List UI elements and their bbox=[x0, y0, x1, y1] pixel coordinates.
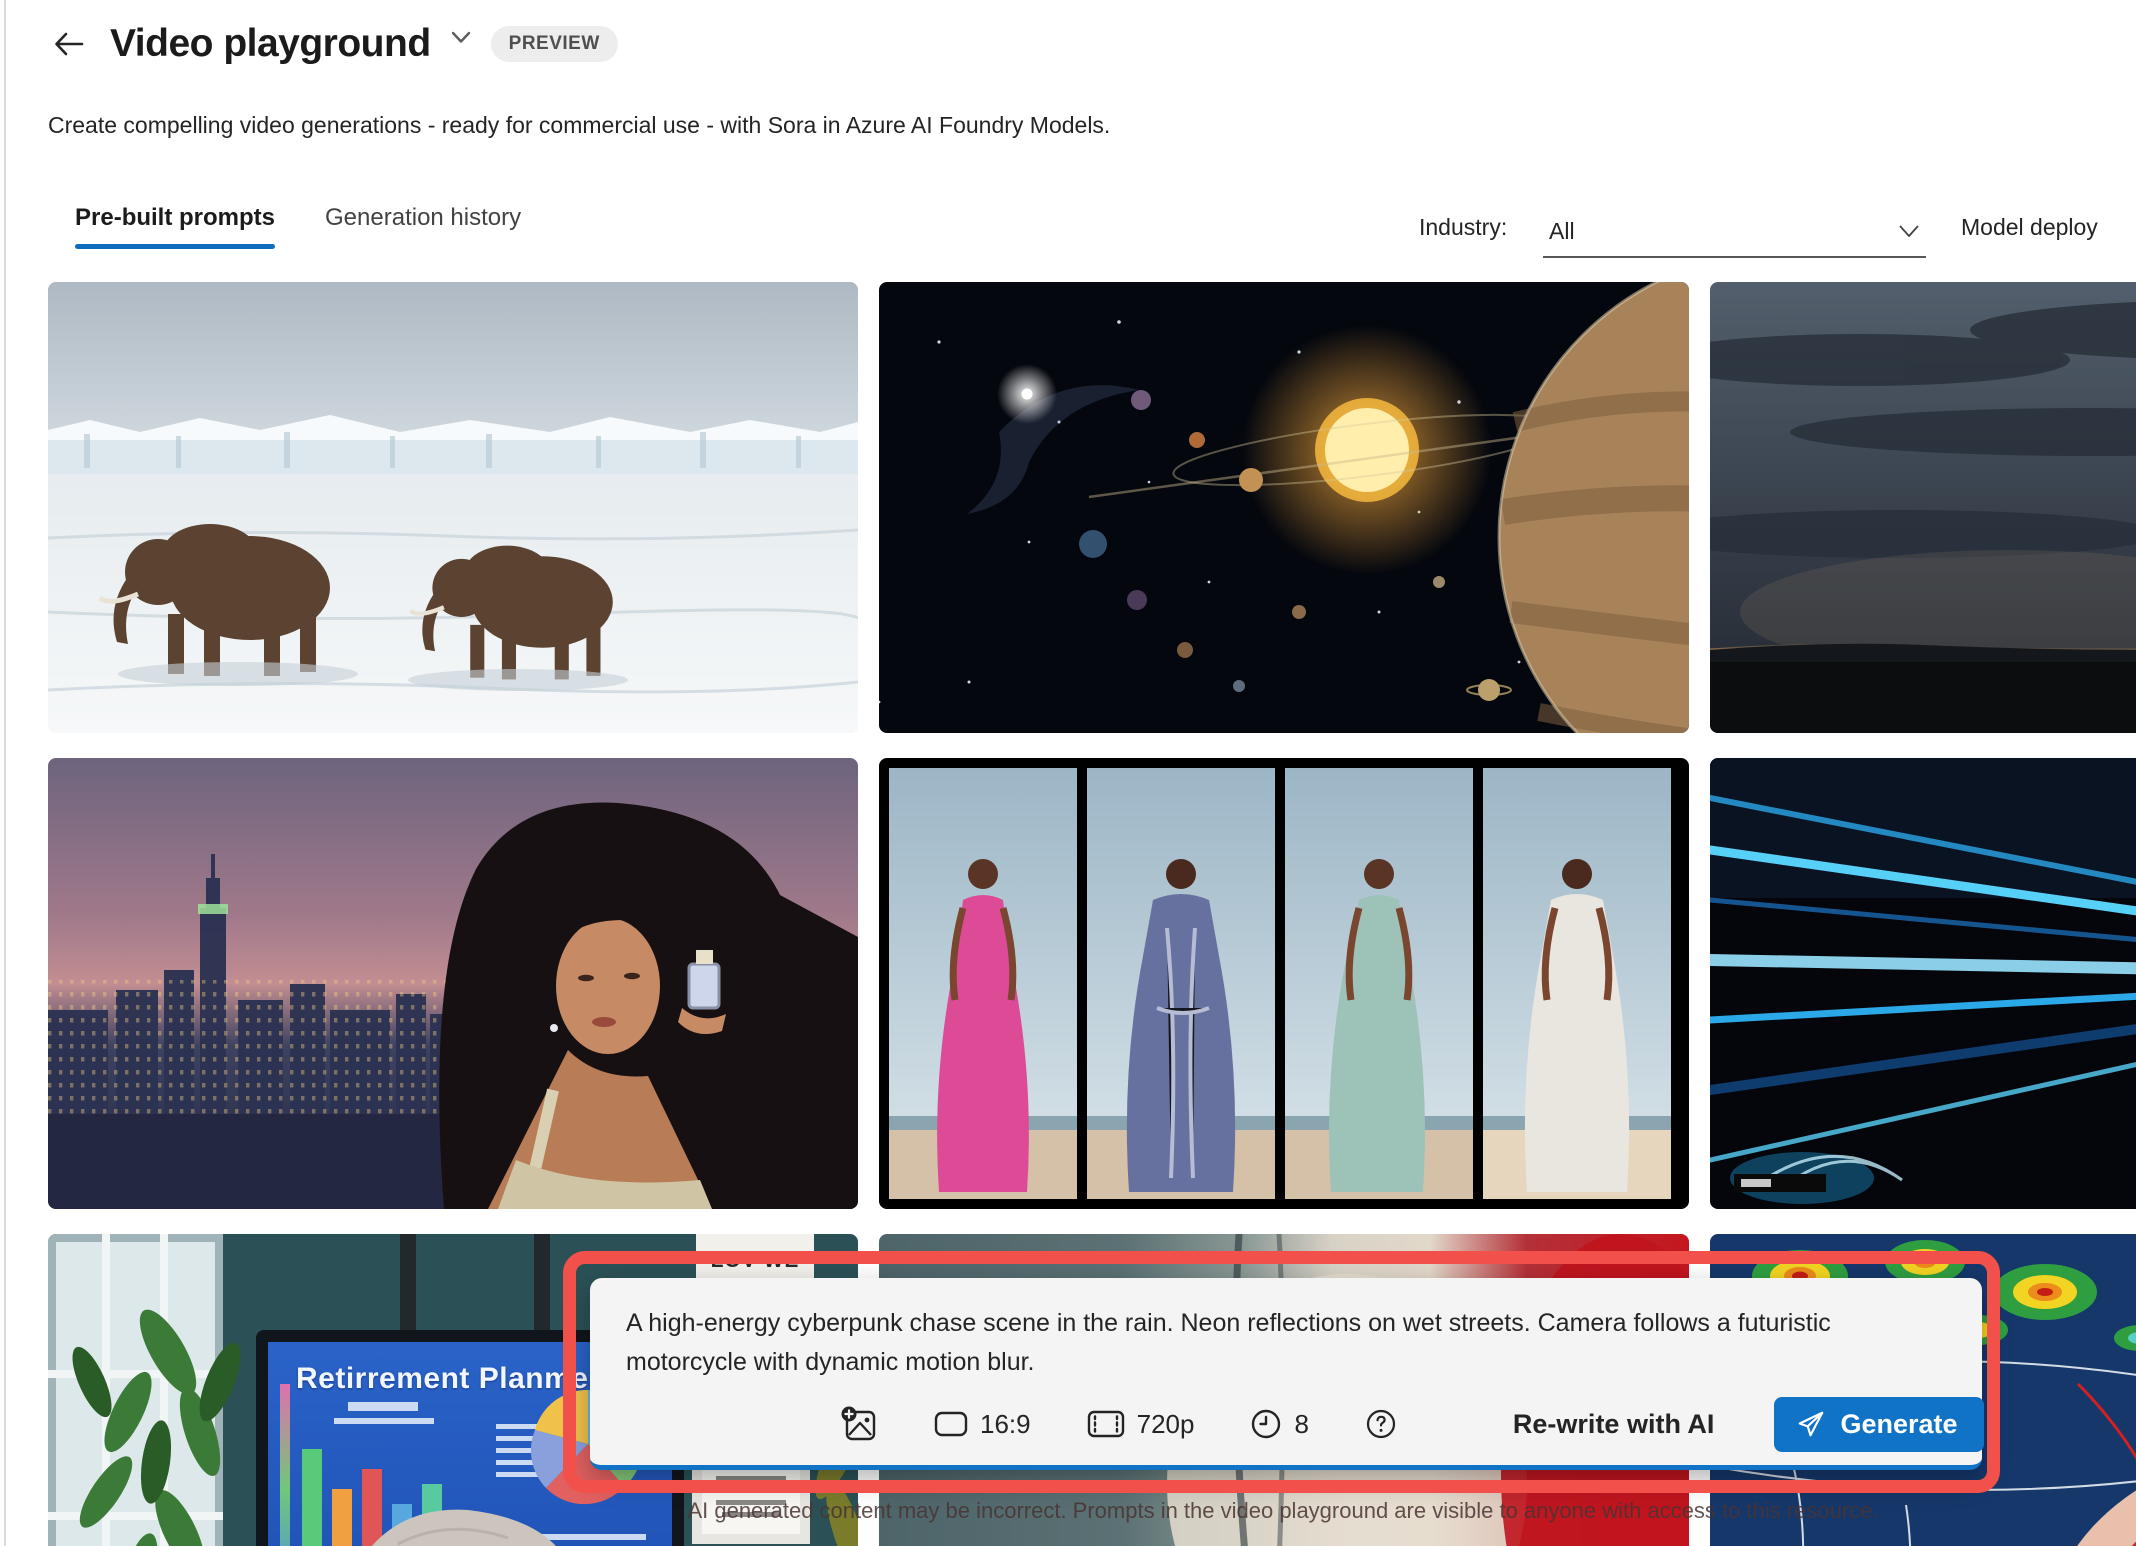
page-header: Video playground PREVIEW bbox=[48, 22, 618, 66]
clock-icon bbox=[1250, 1408, 1282, 1440]
duration-control[interactable]: 8 bbox=[1250, 1408, 1308, 1440]
rewrite-with-ai-button[interactable]: Re-write with AI bbox=[1509, 1403, 1719, 1446]
film-frame-icon bbox=[1087, 1410, 1125, 1438]
preview-badge: PREVIEW bbox=[491, 26, 618, 62]
resolution-value: 720p bbox=[1137, 1409, 1195, 1440]
video-playground-page: Video playground PREVIEW Create compelli… bbox=[0, 0, 2136, 1546]
prompt-input[interactable]: A high-energy cyberpunk chase scene in t… bbox=[590, 1278, 1982, 1382]
prompt-controls: 16:9 720p 8 bbox=[840, 1391, 1960, 1457]
thumbnail-racing-car[interactable] bbox=[1710, 758, 2136, 1209]
thumbnail-solar-system[interactable] bbox=[879, 282, 1689, 733]
footer-disclaimer: AI generated content may be incorrect. P… bbox=[48, 1498, 2136, 1524]
question-circle-icon bbox=[1365, 1408, 1397, 1440]
prompt-bar: A high-energy cyberpunk chase scene in t… bbox=[590, 1278, 1982, 1470]
thumbnail-perfume[interactable] bbox=[48, 758, 858, 1209]
title-chevron-icon[interactable] bbox=[451, 31, 471, 49]
office-screen-title: Retirrement Planment bbox=[296, 1362, 618, 1396]
help-button[interactable] bbox=[1365, 1408, 1397, 1440]
arrow-left-icon bbox=[51, 26, 87, 62]
resolution-control[interactable]: 720p bbox=[1087, 1409, 1195, 1440]
add-image-button[interactable] bbox=[840, 1405, 878, 1443]
back-button[interactable] bbox=[48, 23, 90, 65]
model-deployment-label: Model deploy bbox=[1961, 214, 2098, 241]
image-add-icon bbox=[840, 1405, 878, 1443]
thumbnail-samurai[interactable] bbox=[1710, 282, 2136, 733]
generate-label: Generate bbox=[1840, 1409, 1957, 1440]
thumbnail-fashion-models[interactable] bbox=[879, 758, 1689, 1209]
filter-row: Industry: All Model deploy bbox=[0, 206, 2136, 266]
industry-label: Industry: bbox=[1419, 214, 1507, 241]
duration-value: 8 bbox=[1294, 1409, 1308, 1440]
chevron-down-icon bbox=[1898, 224, 1920, 238]
industry-value: All bbox=[1549, 218, 1575, 245]
page-title: Video playground bbox=[110, 22, 431, 66]
send-icon bbox=[1796, 1409, 1826, 1439]
aspect-ratio-control[interactable]: 16:9 bbox=[934, 1409, 1031, 1440]
thumbnail-mammoths[interactable] bbox=[48, 282, 858, 733]
generate-button[interactable]: Generate bbox=[1774, 1397, 1983, 1452]
page-description: Create compelling video generations - re… bbox=[48, 112, 1110, 139]
aspect-ratio-icon bbox=[934, 1411, 968, 1437]
industry-dropdown[interactable]: All bbox=[1543, 206, 1926, 258]
aspect-ratio-value: 16:9 bbox=[980, 1409, 1031, 1440]
